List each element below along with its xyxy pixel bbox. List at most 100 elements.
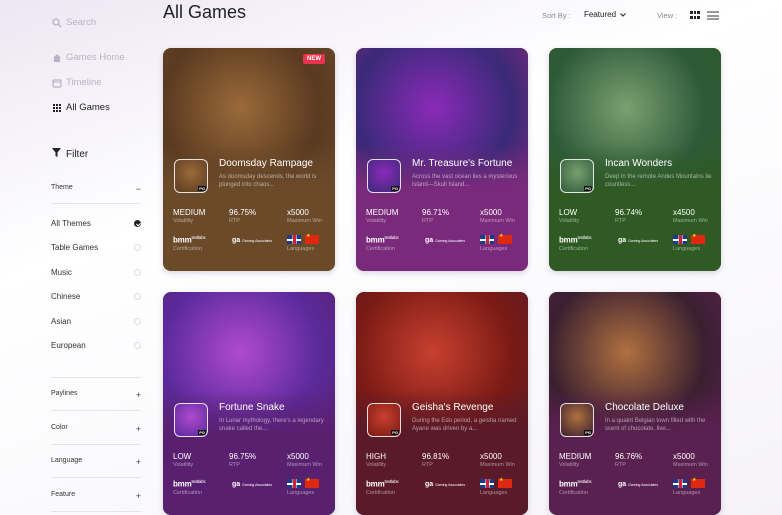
rtp-stat: 96.74% RTP xyxy=(615,208,642,224)
bmm-logo: bmmtestlabs xyxy=(559,479,592,489)
expand-icon[interactable]: + xyxy=(136,390,141,400)
rtp-label: RTP xyxy=(422,218,433,224)
rtp-label: RTP xyxy=(229,462,240,468)
paylines-section-toggle[interactable]: Paylines + xyxy=(51,390,141,400)
game-title[interactable]: Doomsday Rampage xyxy=(219,158,313,169)
theme-option[interactable]: Asian xyxy=(51,317,141,326)
certification: bmmtestlabs Certification xyxy=(559,235,592,252)
pg-logo: PG xyxy=(198,430,206,435)
volatility-stat: HIGH Volatility xyxy=(366,452,386,468)
languages-label: Languages xyxy=(673,246,701,252)
volatility-label: Volatility xyxy=(559,218,580,224)
game-title[interactable]: Geisha's Revenge xyxy=(412,402,493,413)
bmm-logo: bmmtestlabs xyxy=(559,235,592,245)
grid-icon xyxy=(52,103,62,113)
language-section-toggle[interactable]: Language + xyxy=(51,457,141,467)
game-description: In a quaint Belgian town filled with the… xyxy=(605,418,706,432)
expand-icon[interactable]: + xyxy=(136,457,141,467)
game-title[interactable]: Chocolate Deluxe xyxy=(605,402,684,413)
rtp-label: RTP xyxy=(615,462,626,468)
max-win-label: Maximum Win xyxy=(673,218,708,224)
volatility-label: Volatility xyxy=(173,462,194,468)
section-label: Language xyxy=(51,457,83,464)
expand-icon[interactable]: + xyxy=(136,424,141,434)
game-thumbnail: PG xyxy=(367,159,401,193)
languages: Languages xyxy=(673,233,705,252)
languages-label: Languages xyxy=(480,490,508,496)
max-win-label: Maximum Win xyxy=(287,218,322,224)
game-card[interactable]: PG Geisha's Revenge During the Edo perio… xyxy=(356,292,528,515)
theme-option[interactable]: All Themes xyxy=(51,219,141,228)
search-box[interactable]: Search xyxy=(52,17,96,28)
game-card[interactable]: PG Incan Wonders Deep in the remote Ande… xyxy=(549,48,721,271)
game-thumbnail: PG xyxy=(174,403,208,437)
radio-icon[interactable] xyxy=(134,293,141,300)
sort-label: Sort By : xyxy=(542,11,571,20)
game-title[interactable]: Incan Wonders xyxy=(605,158,672,169)
sort-dropdown[interactable]: Featured xyxy=(584,10,626,19)
max-win-value: x5000 xyxy=(480,208,502,217)
rtp-label: RTP xyxy=(615,218,626,224)
expand-icon[interactable]: + xyxy=(136,491,141,501)
game-title[interactable]: Fortune Snake xyxy=(219,402,285,413)
max-win-value: x4500 xyxy=(673,208,695,217)
certification: bmmtestlabs Certification xyxy=(366,479,399,496)
theme-option[interactable]: Table Games xyxy=(51,243,141,252)
game-thumbnail: PG xyxy=(560,159,594,193)
languages-label: Languages xyxy=(673,490,701,496)
color-section-toggle[interactable]: Color + xyxy=(51,424,141,434)
game-card[interactable]: PG Fortune Snake In Lunar mythology, the… xyxy=(163,292,335,515)
game-card[interactable]: PG Chocolate Deluxe In a quaint Belgian … xyxy=(549,292,721,515)
certification-label: Certification xyxy=(559,489,589,496)
grid-view-icon[interactable] xyxy=(690,11,700,20)
radio-icon[interactable] xyxy=(134,269,141,276)
volatility-value: MEDIUM xyxy=(559,452,592,461)
gaming-associates-logo: ga Gaming Associates xyxy=(618,237,659,244)
game-thumbnail: PG xyxy=(367,403,401,437)
china-flag-icon xyxy=(691,477,705,488)
feature-section-toggle[interactable]: Feature + xyxy=(51,491,141,501)
max-win-label: Maximum Win xyxy=(480,218,515,224)
game-thumbnail: PG xyxy=(560,403,594,437)
max-win-stat: x5000 Maximum Win xyxy=(673,452,708,468)
max-win-stat: x5000 Maximum Win xyxy=(287,452,322,468)
selected-radio-icon[interactable] xyxy=(134,220,141,227)
new-badge: NEW xyxy=(303,54,325,64)
nav-games-home[interactable]: Games Home xyxy=(52,52,125,63)
radio-icon[interactable] xyxy=(134,318,141,325)
list-view-icon[interactable] xyxy=(707,11,719,20)
pg-logo: PG xyxy=(198,186,206,191)
filter-heading: Filter xyxy=(52,148,88,160)
rtp-value: 96.74% xyxy=(615,208,643,217)
volatility-label: Volatility xyxy=(366,462,387,468)
divider xyxy=(51,477,141,478)
pg-logo: PG xyxy=(584,430,592,435)
max-win-label: Maximum Win xyxy=(673,462,708,468)
game-description: In Lunar mythology, there's a legendary … xyxy=(219,418,324,432)
game-card[interactable]: NEW PG Doomsday Rampage As doomsday desc… xyxy=(163,48,335,271)
certification: bmmtestlabs Certification xyxy=(173,479,206,496)
collapse-icon[interactable]: − xyxy=(136,184,141,194)
certification: bmmtestlabs Certification xyxy=(559,479,592,496)
languages-label: Languages xyxy=(287,246,315,252)
nav-timeline[interactable]: Timeline xyxy=(52,77,102,88)
search-input[interactable]: Search xyxy=(66,17,96,28)
theme-option[interactable]: Chinese xyxy=(51,292,141,301)
bmm-logo: bmmtestlabs xyxy=(173,235,206,245)
theme-section-toggle[interactable]: Theme − xyxy=(51,184,141,194)
radio-icon[interactable] xyxy=(134,244,141,251)
rtp-stat: 96.71% RTP xyxy=(422,208,449,224)
nav-all-games[interactable]: All Games xyxy=(52,102,110,113)
game-title[interactable]: Mr. Treasure's Fortune xyxy=(412,158,512,169)
volatility-value: HIGH xyxy=(366,452,386,461)
gaming-associates-logo: ga Gaming Associates xyxy=(232,237,273,244)
radio-icon[interactable] xyxy=(134,342,141,349)
pg-logo: PG xyxy=(391,430,399,435)
volatility-label: Volatility xyxy=(559,462,580,468)
page-title: All Games xyxy=(163,2,247,22)
languages: Languages xyxy=(287,233,319,252)
game-card[interactable]: PG Mr. Treasure's Fortune Across the vas… xyxy=(356,48,528,271)
theme-option[interactable]: European xyxy=(51,341,141,350)
certification-label: Certification xyxy=(173,489,203,496)
theme-option[interactable]: Music xyxy=(51,268,141,277)
